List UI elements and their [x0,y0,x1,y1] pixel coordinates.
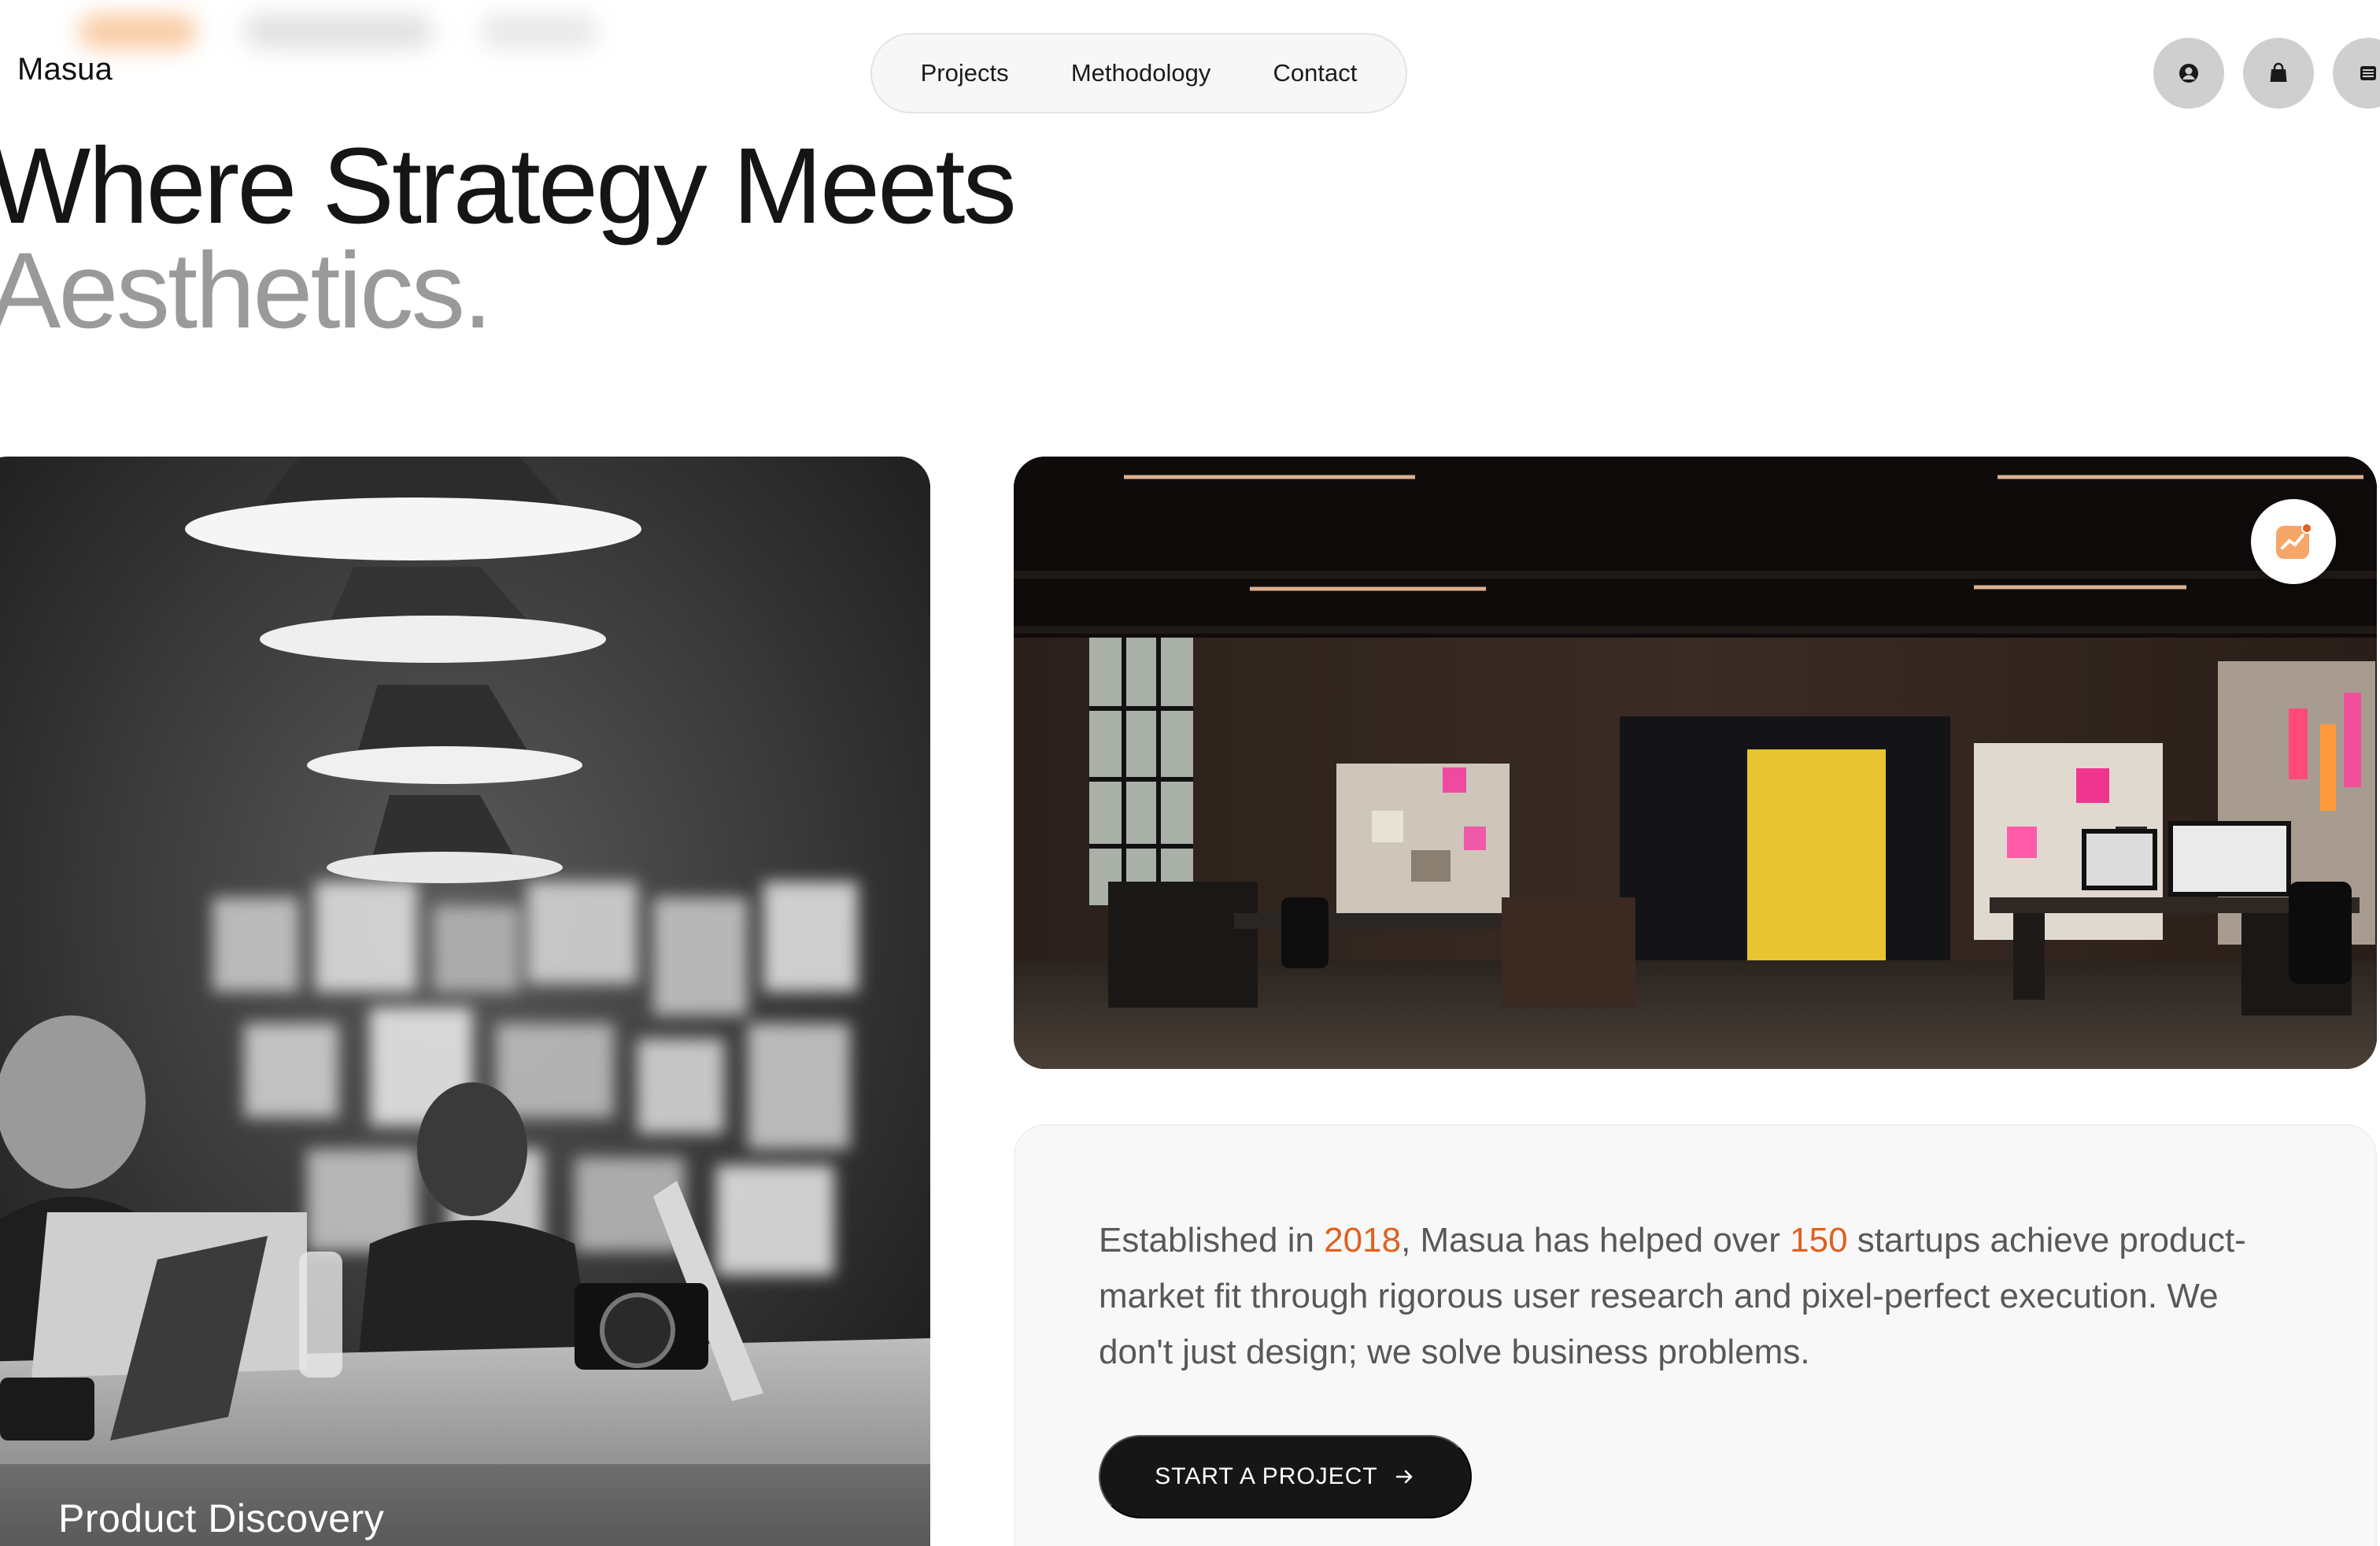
about-count: 150 [1790,1221,1848,1259]
hero-headline: Where Strategy Meets Aesthetics. [0,126,1017,351]
arrow-right-icon [1395,1470,1412,1484]
user-button[interactable] [2153,38,2224,109]
office-photo [1014,457,2377,1069]
main-nav: Projects Methodology Contact [870,33,1407,113]
nav-contact[interactable]: Contact [1259,53,1372,94]
start-project-label: START A PROJECT [1155,1463,1378,1489]
brand-logo[interactable]: Masua [17,52,113,87]
bag-icon [2270,62,2287,82]
menu-button[interactable] [2333,38,2380,109]
hero-line-1: Where Strategy Meets [0,126,1017,246]
about-year: 2018 [1324,1221,1402,1259]
start-project-button[interactable]: START A PROJECT [1099,1435,1472,1518]
trend-icon [2276,523,2312,559]
about-text-part1: Established in [1099,1221,1325,1259]
card-caption: Product Discovery [58,1496,385,1540]
menu-icon [2360,66,2376,80]
about-text: Established in 2018, Masua has helped ov… [1099,1212,2248,1380]
trend-badge[interactable] [2251,499,2336,584]
office-photo-card[interactable] [1014,457,2377,1069]
studio-photo [0,457,930,1546]
about-text-part2: , Masua has helped over [1401,1221,1791,1259]
bag-button[interactable] [2243,38,2314,109]
studio-photo-card[interactable] [0,457,930,1546]
nav-projects[interactable]: Projects [907,53,1023,94]
page: Masua Projects Methodology Contact Where… [0,0,2380,1546]
blurred-nav-ghost [79,14,598,49]
nav-methodology[interactable]: Methodology [1057,53,1225,94]
user-icon [2179,64,2198,83]
hero-line-2: Aesthetics. [0,231,493,351]
